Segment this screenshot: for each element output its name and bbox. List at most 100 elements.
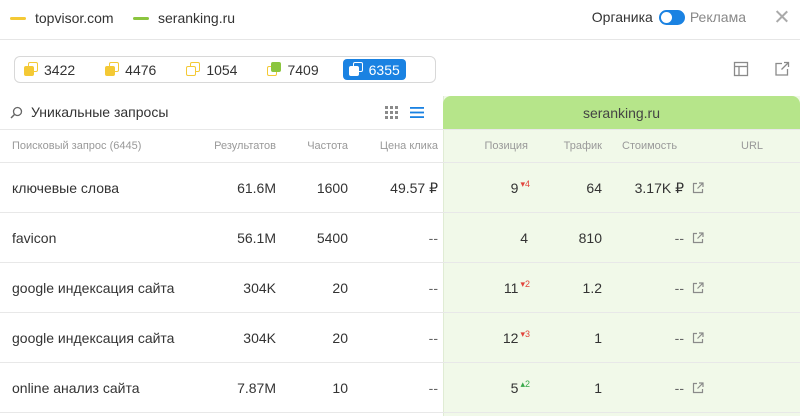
row-divider xyxy=(0,412,800,413)
col-url[interactable]: URL xyxy=(741,140,763,152)
cost-value: 3.17K ₽ xyxy=(634,180,684,196)
traffic-value: 1.2 xyxy=(582,280,602,296)
domain-label: topvisor.com xyxy=(35,10,114,26)
position-cell: 11 ▾2 xyxy=(448,279,530,296)
counter-value: 7409 xyxy=(287,61,319,78)
row-divider xyxy=(0,212,800,213)
second-only-icon xyxy=(267,62,282,77)
traffic-value: 810 xyxy=(578,230,602,246)
external-link-icon[interactable] xyxy=(692,331,704,344)
col-traffic[interactable]: Трафик xyxy=(544,140,602,152)
position-cell: 9 ▾4 xyxy=(448,179,530,196)
divider xyxy=(0,162,800,163)
table-settings-icon[interactable] xyxy=(733,61,749,77)
external-link-icon[interactable] xyxy=(692,181,704,194)
list-view-icon[interactable] xyxy=(410,106,424,119)
panel-title: seranking.ru xyxy=(582,104,661,121)
domain-legend-topvisor: topvisor.com xyxy=(10,10,114,26)
query-text[interactable]: online анализ сайта xyxy=(12,380,140,396)
toggle-knob xyxy=(660,11,672,23)
position-value: 4 xyxy=(520,230,528,246)
traffic-value: 1 xyxy=(594,380,602,396)
divider xyxy=(0,129,800,130)
counter-value: 1054 xyxy=(206,61,238,78)
traffic-value: 64 xyxy=(586,180,602,196)
toggle-switch[interactable] xyxy=(658,9,685,25)
results-value: 304K xyxy=(243,280,276,296)
col-cost[interactable]: Стоимость xyxy=(622,140,677,152)
position-cell: 4 xyxy=(448,230,530,246)
query-text[interactable]: google индексация сайта xyxy=(12,280,174,296)
search-label: Уникальные запросы xyxy=(31,104,169,120)
position-value: 9 xyxy=(510,180,519,196)
first-domain-icon xyxy=(105,62,120,77)
col-position[interactable]: Позиция xyxy=(458,140,529,152)
header: topvisor.com seranking.ru Органика Рекла… xyxy=(0,0,800,40)
domain-legend-seranking: seranking.ru xyxy=(133,10,235,26)
domain-label: seranking.ru xyxy=(158,10,236,26)
cpc-value: -- xyxy=(428,380,438,396)
both-domains-icon xyxy=(24,62,39,77)
counter-value: 4476 xyxy=(125,61,157,78)
close-icon[interactable] xyxy=(774,8,790,24)
seranking-panel-header: seranking.ru xyxy=(443,96,800,129)
col-results[interactable]: Результатов xyxy=(196,140,276,152)
grid-view-icon[interactable] xyxy=(385,106,398,119)
traffic-value: 1 xyxy=(594,330,602,346)
counter-first[interactable]: 4476 xyxy=(99,59,162,80)
active-set-icon xyxy=(348,62,364,77)
export-icon[interactable] xyxy=(774,61,790,77)
position-cell: 12 ▾3 xyxy=(448,329,530,346)
toggle-right-label[interactable]: Реклама xyxy=(690,9,746,25)
legend-line-seranking xyxy=(133,16,149,20)
position-delta: ▾3 xyxy=(520,329,530,339)
position-delta: ▾2 xyxy=(520,279,530,289)
external-link-icon[interactable] xyxy=(692,381,704,394)
cost-value: -- xyxy=(674,330,684,346)
frequency-value: 10 xyxy=(332,380,348,396)
cpc-value: -- xyxy=(428,230,438,246)
col-query[interactable]: Поисковый запрос (6445) xyxy=(12,140,141,152)
search-icon xyxy=(10,106,23,119)
counter-value: 6355 xyxy=(368,61,400,78)
cpc-value: -- xyxy=(428,330,438,346)
results-value: 304K xyxy=(243,330,276,346)
cost-value: -- xyxy=(674,280,684,296)
frequency-value: 5400 xyxy=(316,230,348,246)
row-divider xyxy=(0,312,800,313)
counter-second-only[interactable]: 7409 xyxy=(261,59,324,80)
query-text[interactable]: ключевые слова xyxy=(12,180,119,196)
cost-value: -- xyxy=(674,230,684,246)
external-link-icon[interactable] xyxy=(692,231,704,244)
counter-first-only[interactable]: 1054 xyxy=(180,59,243,80)
position-value: 11 xyxy=(503,280,519,296)
results-value: 7.87M xyxy=(237,380,276,396)
results-value: 56.1M xyxy=(237,230,276,246)
counter-value: 3422 xyxy=(44,61,76,78)
cpc-value: 49.57 ₽ xyxy=(390,180,438,196)
frequency-value: 20 xyxy=(332,330,348,346)
external-link-icon[interactable] xyxy=(692,281,704,294)
cost-value: -- xyxy=(674,380,684,396)
frequency-value: 1600 xyxy=(316,180,348,196)
row-divider xyxy=(0,262,800,263)
first-only-icon xyxy=(186,62,201,77)
position-value: 5 xyxy=(510,380,519,396)
col-frequency[interactable]: Частота xyxy=(288,140,348,152)
cpc-value: -- xyxy=(428,280,438,296)
col-cpc[interactable]: Цена клика xyxy=(358,140,438,152)
position-delta: ▴2 xyxy=(520,379,530,389)
position-delta: ▾4 xyxy=(520,179,530,189)
frequency-value: 20 xyxy=(332,280,348,296)
counter-active[interactable]: 6355 xyxy=(342,59,406,80)
query-text[interactable]: google индексация сайта xyxy=(12,330,174,346)
position-value: 12 xyxy=(502,330,519,346)
results-value: 61.6M xyxy=(237,180,276,196)
toggle-left-label[interactable]: Органика xyxy=(592,9,653,25)
organic-ads-toggle[interactable]: Органика Реклама xyxy=(592,9,746,25)
counter-both[interactable]: 3422 xyxy=(18,59,81,80)
unique-queries-search[interactable]: Уникальные запросы xyxy=(10,104,168,120)
row-divider xyxy=(0,362,800,363)
query-text[interactable]: favicon xyxy=(12,230,56,246)
position-cell: 5 ▴2 xyxy=(448,379,530,396)
